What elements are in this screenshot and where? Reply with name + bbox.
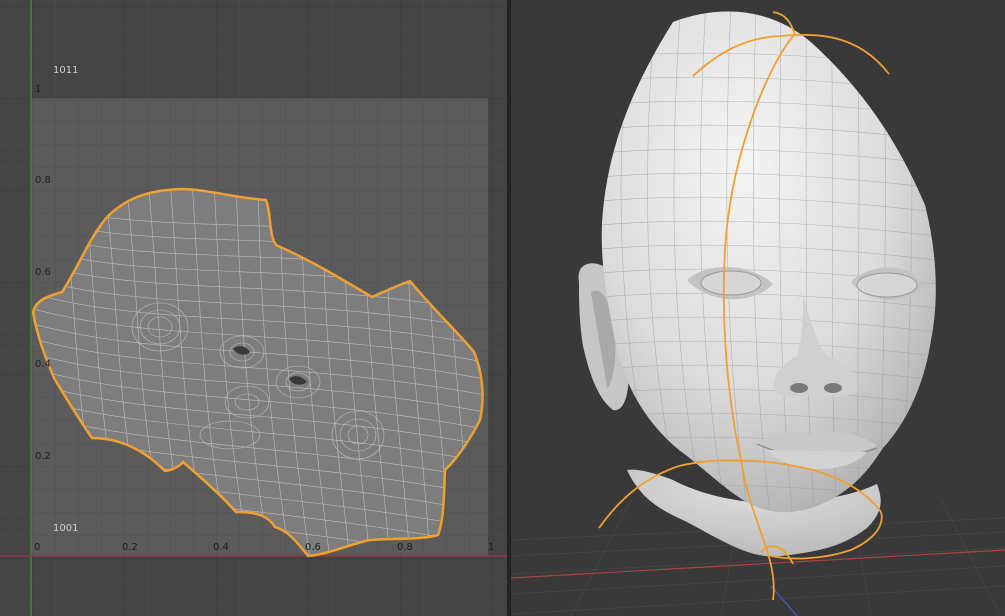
tile-label-1011: 1011 <box>53 65 79 76</box>
right-eye <box>856 272 918 298</box>
left-nostril <box>790 383 808 393</box>
v-tick: 0.6 <box>35 267 51 278</box>
3d-viewport-canvas[interactable] <box>511 0 1005 616</box>
uv-editor-panel[interactable]: 1011 1001 1 0.8 0.6 0.4 0.2 0 0.2 0.4 0.… <box>0 0 507 616</box>
u-tick: 0 <box>34 542 41 553</box>
u-tick: 1 <box>488 542 495 553</box>
3d-viewport-panel[interactable] <box>511 0 1005 616</box>
v-tick: 0.8 <box>35 175 51 186</box>
u-tick: 0.6 <box>305 542 321 553</box>
u-tick: 0.4 <box>213 542 229 553</box>
left-eye <box>700 270 762 296</box>
app-window: 1011 1001 1 0.8 0.6 0.4 0.2 0 0.2 0.4 0.… <box>0 0 1005 616</box>
v-tick: 0.2 <box>35 451 51 462</box>
v-tick: 0.4 <box>35 359 51 370</box>
u-tick: 0.2 <box>122 542 138 553</box>
v-tick: 1 <box>35 84 42 95</box>
right-nostril <box>824 383 842 393</box>
tile-label-1001: 1001 <box>53 523 79 534</box>
u-tick: 0.8 <box>397 542 413 553</box>
